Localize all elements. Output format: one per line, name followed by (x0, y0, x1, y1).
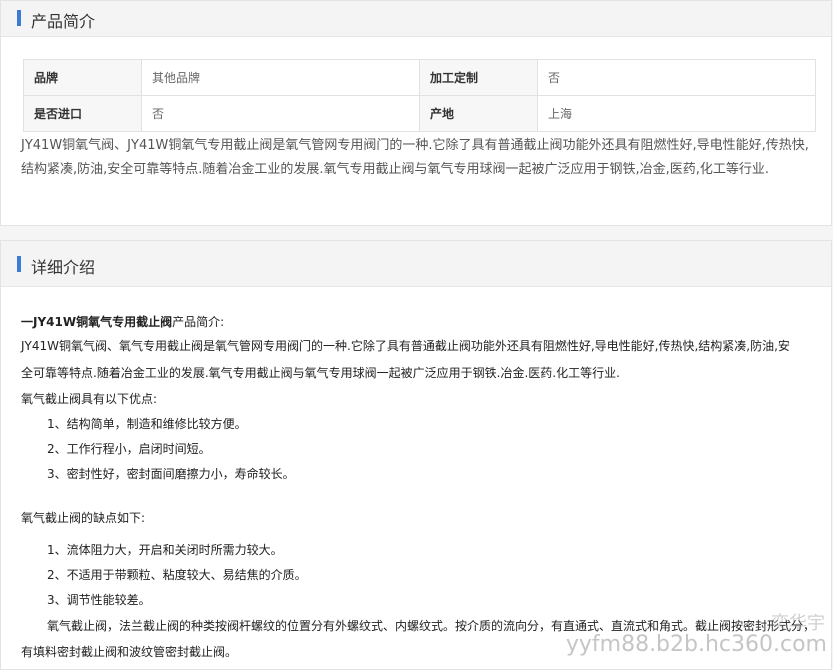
product-description: JY41W铜氧气阀、JY41W铜氧气专用截止阀是氧气管网专用阀门的一种.它除了具… (21, 138, 809, 177)
detail-panel: 详细介绍 一JY41W铜氧气专用截止阀产品简介: JY41W铜氧气阀、氧气专用截… (0, 240, 832, 670)
detail-heading: 一JY41W铜氧气专用截止阀产品简介: (21, 313, 224, 330)
detail-heading-bold: 一JY41W铜氧气专用截止阀 (21, 315, 173, 329)
spec-label-brand: 品牌 (23, 59, 142, 96)
section-accent-bar (17, 10, 21, 26)
table-row: 品牌 其他品牌 加工定制 否 (23, 59, 816, 96)
list-item: 2、工作行程小，启闭时间短。 (47, 442, 211, 456)
section-title: 详细介绍 (31, 258, 96, 277)
watermark-url: yyfm88.b2b.hc360.com (565, 632, 827, 657)
spec-value-imported: 否 (141, 95, 420, 132)
product-intro-header: 产品简介 (1, 1, 831, 37)
product-intro-panel: 产品简介 品牌 其他品牌 加工定制 否 是否进口 否 产地 上海 JY41W铜氧… (0, 0, 832, 226)
list-item: 3、调节性能较差。 (47, 593, 151, 607)
section-accent-bar (17, 256, 21, 272)
detail-paragraph-line: 全可靠等特点.随着冶金工业的发展.氧气专用截止阀与氧气专用球阀一起被广泛应用于钢… (21, 366, 620, 380)
detail-paragraph-line: 有填料密封截止阀和波纹管密封截止阀。 (21, 645, 238, 659)
spec-value-custom: 否 (537, 59, 816, 96)
spec-value-brand: 其他品牌 (141, 59, 420, 96)
list-item: 2、不适用于带颗粒、粘度较大、易结焦的介质。 (47, 568, 307, 582)
spec-label-origin: 产地 (419, 95, 538, 132)
spec-table: 品牌 其他品牌 加工定制 否 是否进口 否 产地 上海 (23, 59, 816, 132)
section-title: 产品简介 (31, 12, 96, 31)
list-item: 3、密封性好，密封面间磨擦力小，寿命较长。 (47, 467, 295, 481)
spec-label-custom: 加工定制 (419, 59, 538, 96)
detail-heading-rest: 产品简介: (172, 315, 225, 329)
table-row: 是否进口 否 产地 上海 (23, 95, 816, 132)
spec-value-origin: 上海 (537, 95, 816, 132)
list-item: 1、流体阻力大，开启和关闭时所需力较大。 (47, 543, 283, 557)
detail-header: 详细介绍 (1, 241, 831, 287)
advantages-title: 氧气截止阀具有以下优点: (21, 392, 158, 406)
disadvantages-title: 氧气截止阀的缺点如下: (21, 511, 146, 525)
detail-paragraph-line: JY41W铜氧气阀、氧气专用截止阀是氧气管网专用阀门的一种.它除了具有普通截止阀… (21, 339, 790, 353)
spec-label-imported: 是否进口 (23, 95, 142, 132)
list-item: 1、结构简单，制造和维修比较方便。 (47, 417, 247, 431)
